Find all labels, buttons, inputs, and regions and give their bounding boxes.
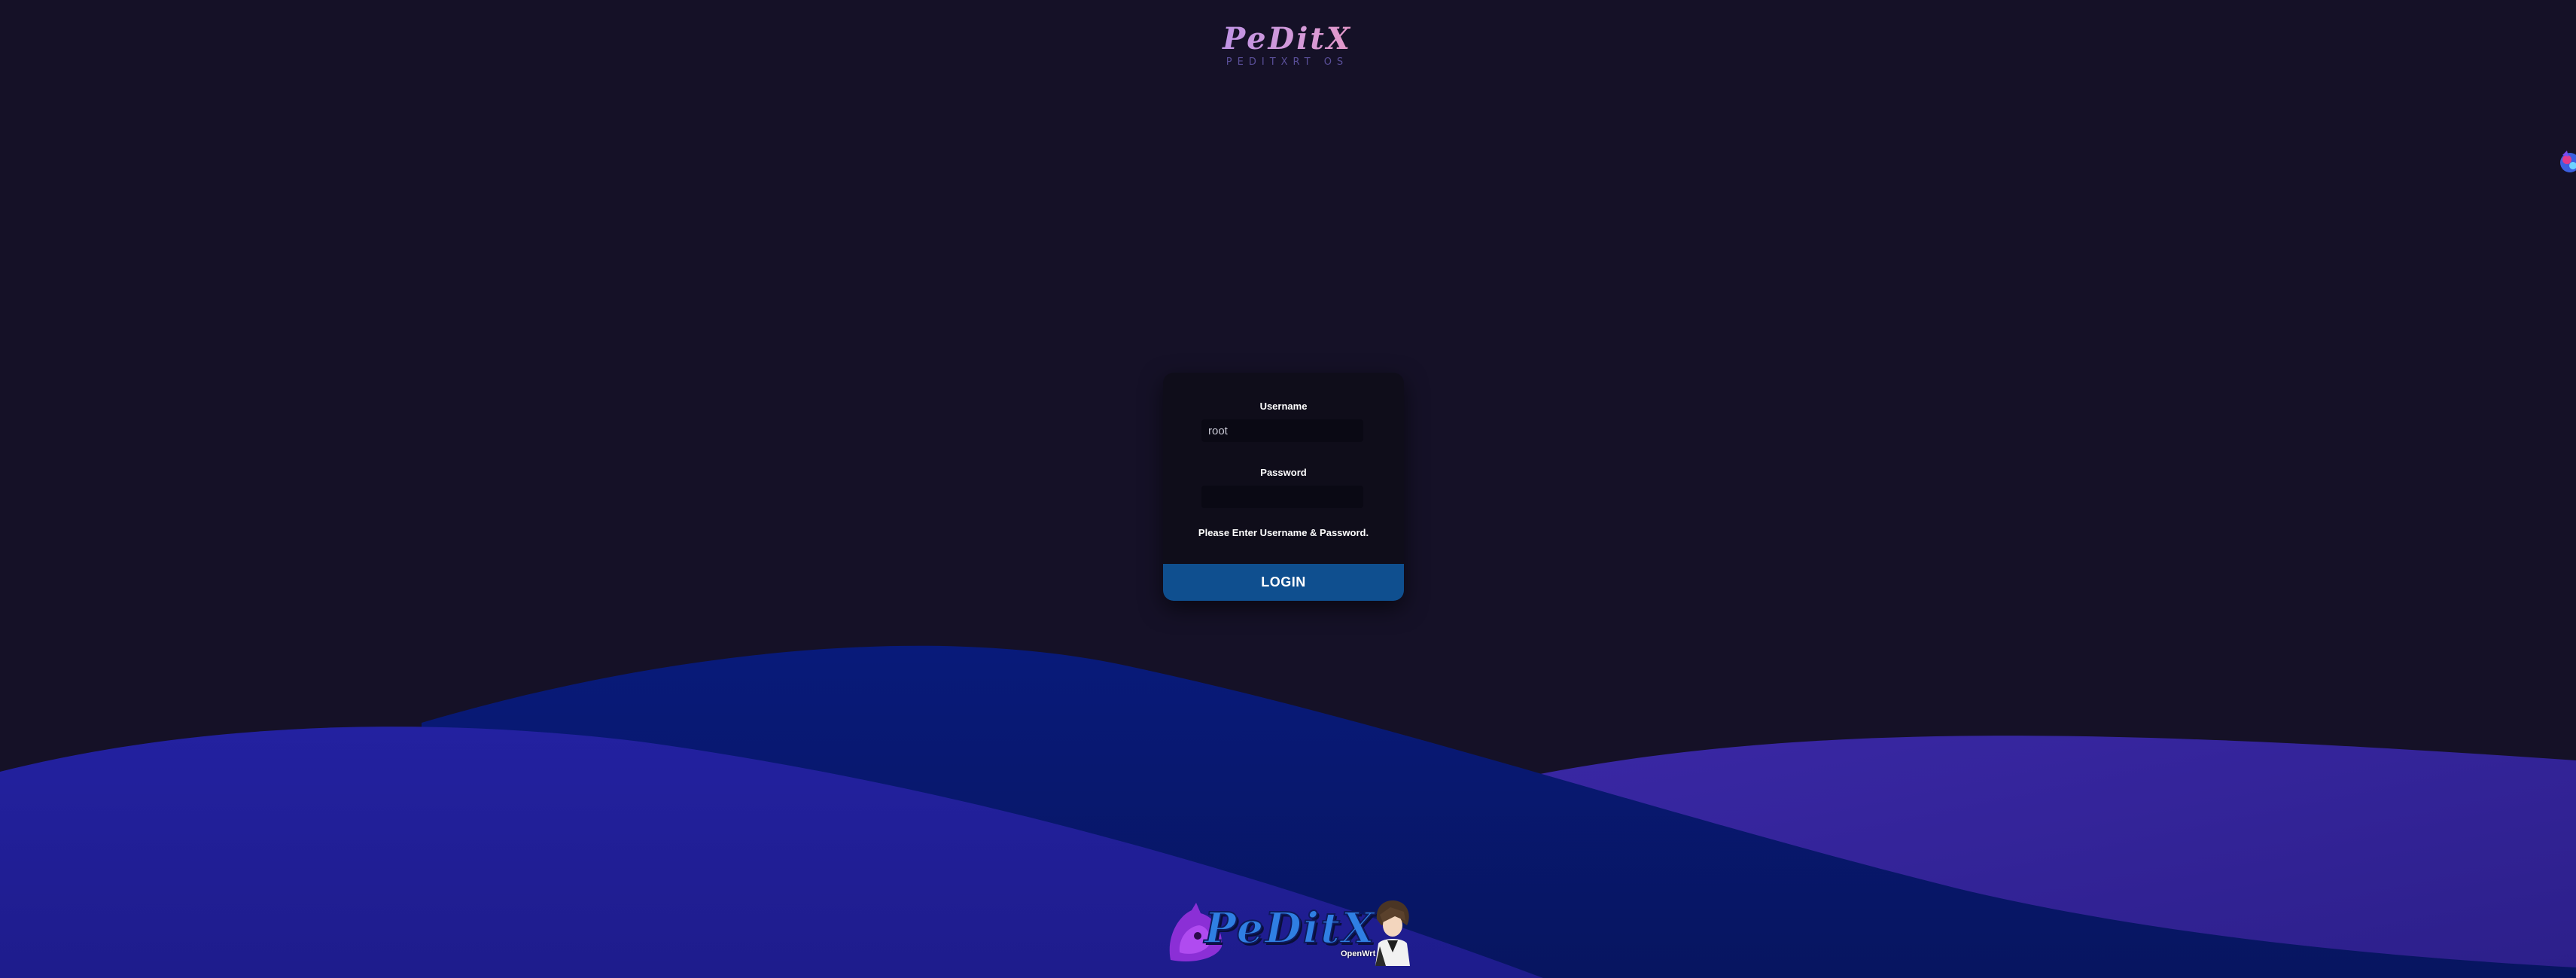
footer-brand: PeDitX [1204,903,1376,953]
password-label: Password [1260,467,1307,478]
login-button[interactable]: LOGIN [1163,564,1404,601]
header-logo: PeDitX PEDITXRT OS [1129,23,1445,69]
footer-subbrand: OpenWrt [1341,949,1376,958]
status-message: Please Enter Username & Password. [1198,527,1369,538]
username-field[interactable] [1201,419,1363,442]
footer-logo: PeDitX OpenWrt [1163,892,1419,967]
password-field[interactable] [1201,486,1363,508]
floating-mascot-icon[interactable] [2556,148,2576,178]
header-subtitle: PEDITXRT OS [1226,56,1349,68]
login-screen: PeDitX PEDITXRT OS Username Password Ple… [0,0,2576,978]
header-brand: PeDitX [1129,23,1445,56]
login-card: Username Password Please Enter Username … [1163,373,1404,601]
username-label: Username [1259,401,1308,412]
